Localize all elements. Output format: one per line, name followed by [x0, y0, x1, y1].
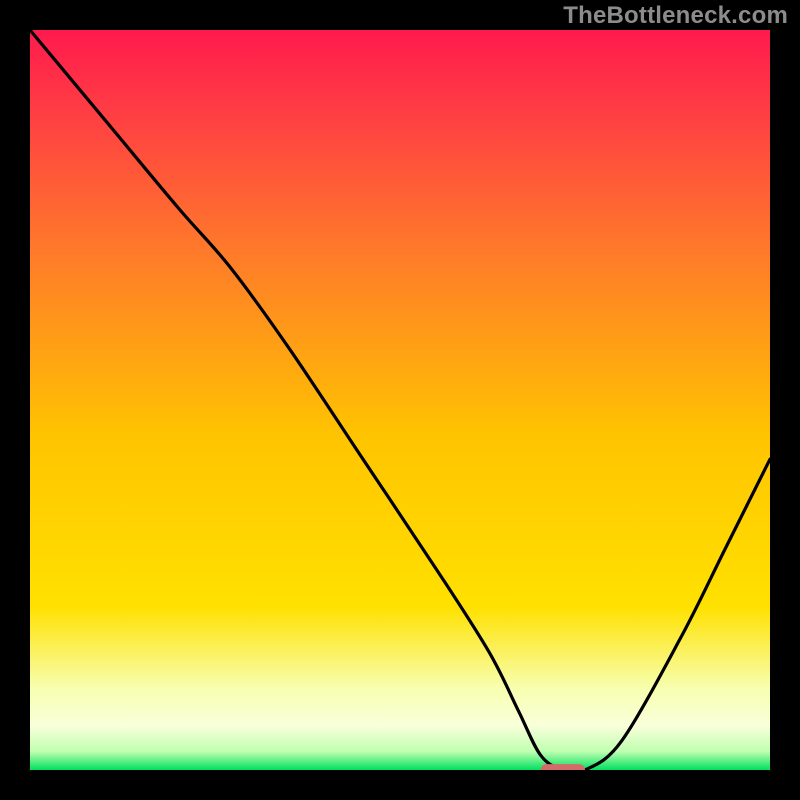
- bottleneck-plot: [30, 30, 770, 770]
- gradient-background: [30, 30, 770, 770]
- plot-svg: [30, 30, 770, 770]
- chart-frame: TheBottleneck.com: [0, 0, 800, 800]
- optimum-marker: [541, 764, 585, 770]
- watermark-text: TheBottleneck.com: [563, 2, 788, 30]
